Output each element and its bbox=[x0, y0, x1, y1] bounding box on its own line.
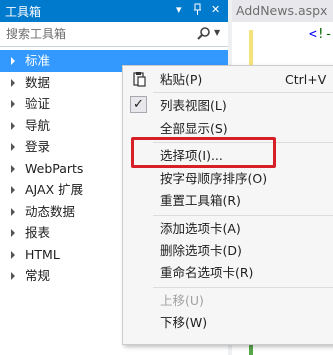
toolbox-header: 工具箱 ▾ ✕ bbox=[0, 0, 228, 22]
expand-arrow-icon[interactable] bbox=[11, 164, 15, 173]
menu-item-move-up: 上移(U) bbox=[123, 290, 333, 311]
highlight-annotation-frame bbox=[131, 137, 276, 168]
expand-arrow-icon[interactable] bbox=[11, 272, 15, 280]
toolbox-tab-label: 常规 bbox=[25, 268, 51, 283]
menu-item-delete-tab[interactable]: 删除选项卡(D) bbox=[123, 240, 333, 261]
toolbox-tab-label: 报表 bbox=[25, 225, 51, 240]
expand-arrow-icon[interactable] bbox=[11, 121, 15, 130]
menu-item-label: 重置工具箱(R) bbox=[160, 193, 241, 208]
toolbox-tab-label: AJAX 扩展 bbox=[25, 182, 84, 197]
menu-item-move-down[interactable]: 下移(W) bbox=[123, 312, 333, 333]
menu-item-rename-tab[interactable]: 重命名选项卡(R) bbox=[123, 262, 333, 283]
toolbox-tab-label: WebParts bbox=[25, 160, 84, 176]
toolbox-title: 工具箱 bbox=[5, 5, 42, 19]
toolbox-tab-label: 导航 bbox=[25, 117, 51, 133]
checkmark-icon: ✓ bbox=[130, 96, 147, 113]
menu-separator bbox=[153, 215, 333, 216]
menu-separator bbox=[153, 92, 333, 93]
toolbox-tab-label: 验证 bbox=[25, 96, 51, 111]
menu-item-label: 添加选项卡(A) bbox=[160, 221, 241, 236]
toolbox-tab-label: 动态数据 bbox=[25, 203, 76, 219]
code-token-comment: !- bbox=[316, 27, 333, 42]
editor-document-tab[interactable]: AddNews.aspx bbox=[232, 0, 333, 22]
expand-arrow-icon[interactable] bbox=[11, 78, 15, 87]
dropdown-arrow-icon[interactable]: ▾ bbox=[176, 3, 182, 16]
menu-item-list-view[interactable]: ✓ 列表视图(L) bbox=[123, 95, 333, 116]
menu-item-label: 删除选项卡(D) bbox=[160, 243, 242, 258]
expand-arrow-icon[interactable] bbox=[11, 57, 15, 65]
menu-item-label: 下移(W) bbox=[160, 315, 208, 330]
menu-item-add-tab[interactable]: 添加选项卡(A) bbox=[123, 218, 333, 239]
code-token-open: < bbox=[309, 27, 317, 42]
menu-item-label: 上移(U) bbox=[160, 293, 204, 308]
expand-arrow-icon[interactable] bbox=[11, 250, 15, 259]
close-icon[interactable]: ✕ bbox=[211, 3, 220, 16]
search-options-chevron-icon[interactable]: ▼ bbox=[214, 28, 220, 37]
search-icon[interactable] bbox=[196, 26, 212, 42]
toolbox-tab-label: 登录 bbox=[25, 139, 51, 154]
menu-item-label: 全部显示(S) bbox=[160, 121, 228, 136]
menu-item-label: 粘贴(P) bbox=[160, 72, 203, 87]
editor-tab-label: AddNews.aspx bbox=[236, 3, 328, 18]
toolbox-tab-label: 数据 bbox=[25, 74, 51, 90]
expand-arrow-icon[interactable] bbox=[11, 186, 15, 194]
expand-arrow-icon[interactable] bbox=[11, 207, 15, 216]
toolbox-search-bar: ▼ bbox=[0, 22, 228, 47]
paste-icon bbox=[133, 72, 146, 87]
toolbox-tab-label: 标准 bbox=[25, 53, 51, 68]
menu-item-label: 重命名选项卡(R) bbox=[160, 265, 254, 280]
expand-arrow-icon[interactable] bbox=[11, 100, 15, 108]
expand-arrow-icon[interactable] bbox=[11, 229, 15, 237]
menu-item-paste[interactable]: 粘贴(P) Ctrl+V bbox=[123, 69, 333, 90]
menu-item-reset-toolbox[interactable]: 重置工具箱(R) bbox=[123, 190, 333, 211]
code-line: <!- bbox=[309, 27, 332, 42]
menu-item-label: 按字母顺序排序(O) bbox=[160, 171, 268, 186]
menu-separator bbox=[153, 287, 333, 288]
toolbox-tab-label: HTML bbox=[25, 246, 60, 262]
menu-item-shortcut: Ctrl+V bbox=[285, 72, 327, 87]
expand-arrow-icon[interactable] bbox=[11, 143, 15, 151]
menu-item-show-all[interactable]: 全部显示(S) bbox=[123, 118, 333, 139]
pin-icon[interactable] bbox=[193, 3, 202, 18]
toolbox-search-input[interactable] bbox=[6, 26, 186, 42]
menu-item-label: 列表视图(L) bbox=[160, 98, 227, 113]
toolbox-context-menu: 粘贴(P) Ctrl+V ✓ 列表视图(L) 全部显示(S) 选择项(I)...… bbox=[122, 65, 333, 345]
menu-item-sort-alpha[interactable]: 按字母顺序排序(O) bbox=[123, 168, 333, 189]
